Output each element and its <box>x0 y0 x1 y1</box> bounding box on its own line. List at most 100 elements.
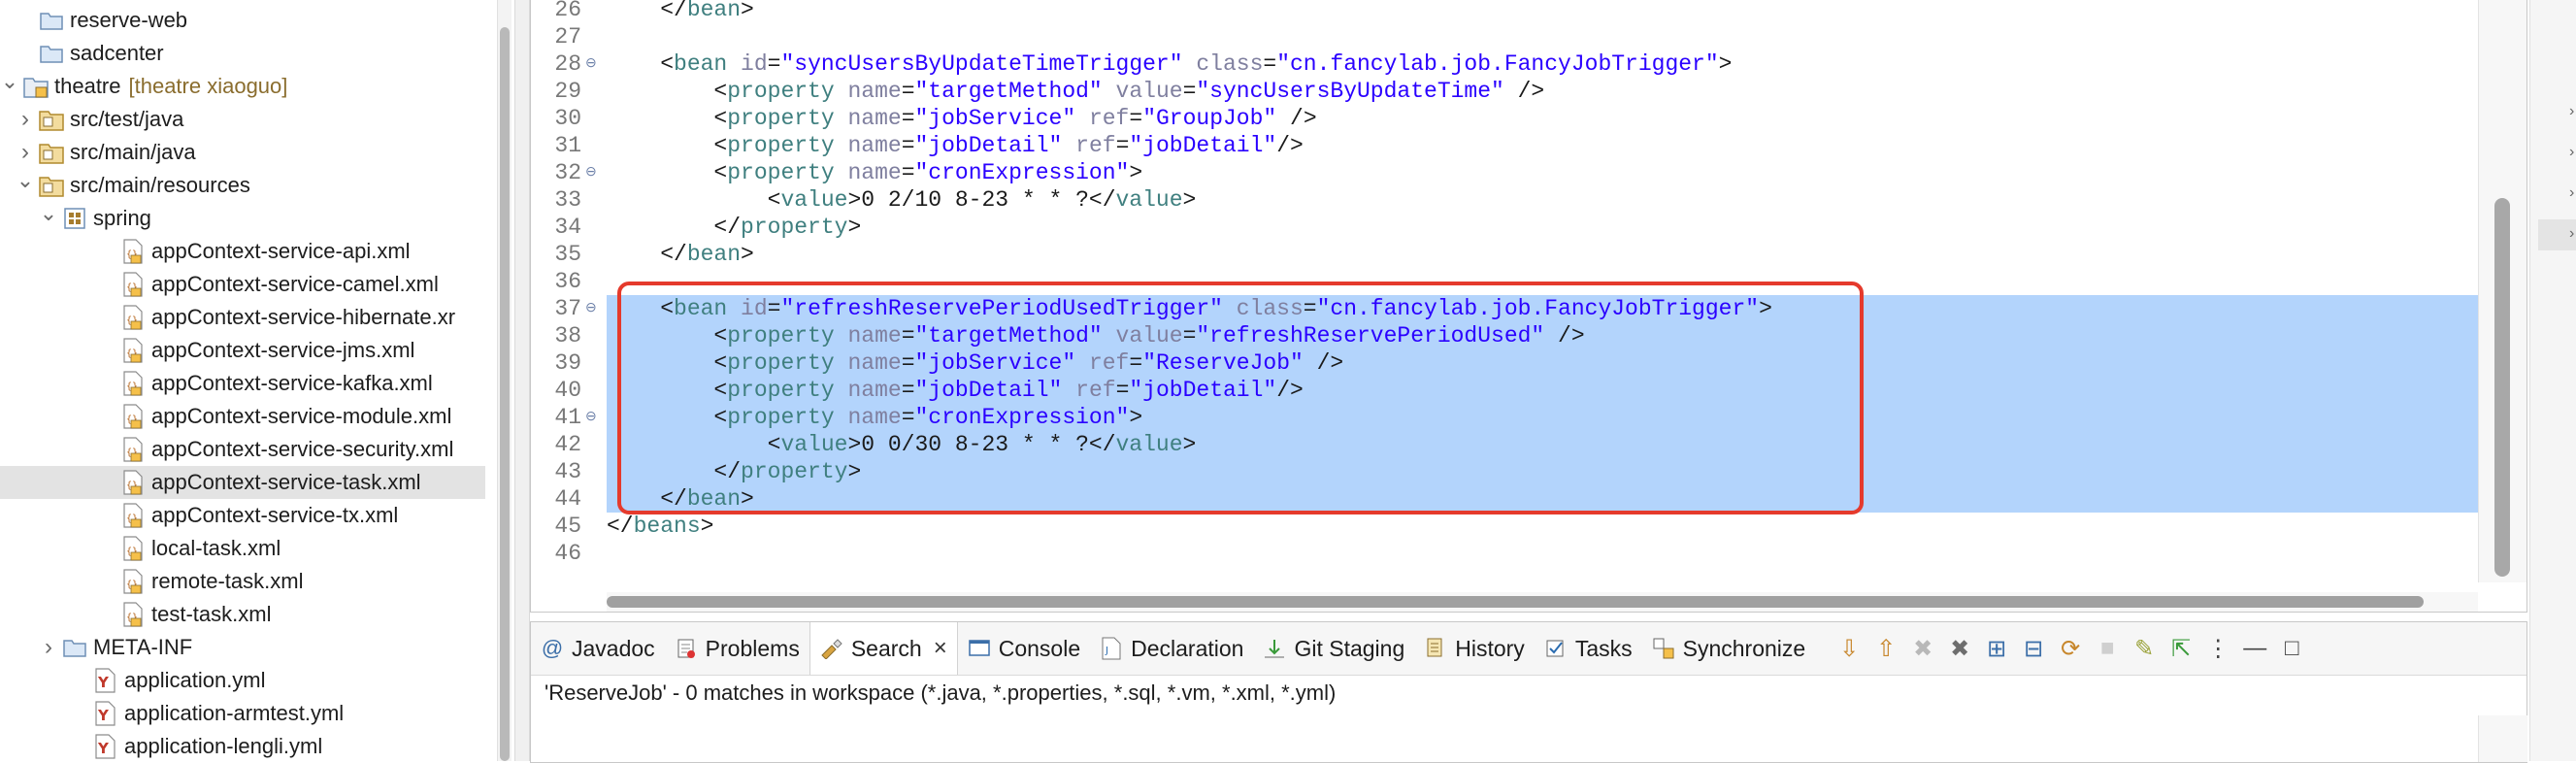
code-token: name <box>847 160 902 185</box>
maximize-icon[interactable]: □ <box>2273 622 2310 675</box>
refresh-icon[interactable]: ⟳ <box>2052 622 2089 675</box>
search-dropdown-icon[interactable]: ✎ <box>2126 622 2163 675</box>
tree-item[interactable]: {} appContext-service-api.xml <box>0 235 485 268</box>
tree-item[interactable]: {} appContext-service-jms.xml <box>0 334 485 367</box>
code-line[interactable]: 32 ⊖ <property name="cronExpression"> <box>531 159 2478 186</box>
code-line[interactable]: 43 </property> <box>531 458 2478 485</box>
expand-all-icon[interactable]: ⊞ <box>1978 622 2015 675</box>
remove-icon[interactable]: ✖ <box>1904 622 1941 675</box>
chevron-right-icon[interactable]: › <box>16 106 35 132</box>
code-line[interactable]: 26 </bean> <box>531 0 2478 23</box>
code-line[interactable]: 38 <property name="targetMethod" value="… <box>531 322 2478 349</box>
code-text: <property name="targetMethod" value="syn… <box>607 78 1544 105</box>
pin-icon[interactable]: ⇱ <box>2163 622 2199 675</box>
chevron-right-icon[interactable]: › <box>2569 104 2576 119</box>
chevron-right-icon[interactable]: › <box>2569 226 2576 242</box>
code-line[interactable]: 31 <property name="jobDetail" ref="jobDe… <box>531 132 2478 159</box>
chevron-right-icon[interactable]: › <box>16 139 35 165</box>
code-token: = <box>901 160 915 185</box>
tree-item[interactable]: ⌄ src/main/resources <box>0 168 485 202</box>
code-line[interactable]: 29 <property name="targetMethod" value="… <box>531 78 2478 105</box>
chevron-down-icon[interactable]: ⌄ <box>16 168 35 192</box>
tree-item[interactable]: {} appContext-service-task.xml <box>0 466 485 499</box>
code-line[interactable]: 41 ⊖ <property name="cronExpression"> <box>531 404 2478 431</box>
view-splitter[interactable] <box>514 0 530 761</box>
tree-item[interactable]: › META-INF <box>0 631 485 664</box>
tab-search[interactable]: Search × <box>809 622 958 675</box>
arrow-down-icon[interactable]: ⇩ <box>1831 622 1867 675</box>
tree-item[interactable]: {} appContext-service-module.xml <box>0 400 485 433</box>
code-line[interactable]: 42 <value>0 0/30 8-23 * * ?</value> <box>531 431 2478 458</box>
code-line[interactable]: 36 <box>531 268 2478 295</box>
tree-item[interactable]: ⌄ theatre [theatre xiaoguo] <box>0 69 485 103</box>
explorer-scrollbar[interactable] <box>497 0 512 761</box>
tree-item[interactable]: {} remote-task.xml <box>0 565 485 598</box>
tree-item[interactable]: › src/main/java <box>0 136 485 169</box>
code-line[interactable]: 35 </bean> <box>531 241 2478 268</box>
fold-collapse-icon[interactable]: ⊖ <box>585 57 599 71</box>
code-token: /> <box>1276 106 1317 131</box>
code-token: "GroupJob" <box>1142 106 1277 131</box>
code-line[interactable]: 33 <value>0 2/10 8-23 * * ?</value> <box>531 186 2478 214</box>
editor-vertical-scrollbar-thumb[interactable] <box>2494 198 2510 577</box>
code-line[interactable]: 40 <property name="jobDetail" ref="jobDe… <box>531 377 2478 404</box>
code-line[interactable]: 30 <property name="jobService" ref="Grou… <box>531 105 2478 132</box>
code-line[interactable]: 39 <property name="jobService" ref="Rese… <box>531 349 2478 377</box>
tree-item[interactable]: {} appContext-service-kafka.xml <box>0 367 485 400</box>
line-number: 38 <box>554 323 581 348</box>
code-line[interactable]: 44 </bean> <box>531 485 2478 513</box>
chevron-right-icon[interactable]: › <box>2569 145 2576 160</box>
xml-file-icon: {} <box>120 272 146 297</box>
arrow-up-icon[interactable]: ⇧ <box>1867 622 1904 675</box>
bottom-panel-scrollbar[interactable] <box>2478 715 2527 762</box>
tree-item[interactable]: reserve-web <box>0 4 485 37</box>
tree-item[interactable]: {} local-task.xml <box>0 532 485 565</box>
xml-editor[interactable]: 26 </bean> 27 28 ⊖ <bean id="syncUsersByUpd… <box>530 0 2527 613</box>
tree-item[interactable]: sadcenter <box>0 37 485 70</box>
code-line[interactable]: 34 </property> <box>531 214 2478 241</box>
tab-synchronize[interactable]: Synchronize <box>1642 622 1816 675</box>
close-icon[interactable]: × <box>934 635 947 662</box>
minimize-icon[interactable]: — <box>2236 622 2273 675</box>
tree-item[interactable]: Yapplication-lengli.yml <box>0 730 485 761</box>
code-token: </ <box>607 0 687 22</box>
code-line[interactable]: 28 ⊖ <bean id="syncUsersByUpdateTimeTrigg… <box>531 50 2478 78</box>
tab-tasks[interactable]: Tasks <box>1535 622 1642 675</box>
editor-horizontal-scrollbar-thumb[interactable] <box>607 596 2424 608</box>
remove-all-icon[interactable]: ✖ <box>1941 622 1978 675</box>
more-icon[interactable]: ⋮ <box>2199 622 2236 675</box>
chevron-down-icon[interactable]: ⌄ <box>0 69 19 93</box>
code-token: </ <box>607 486 687 512</box>
stop-icon[interactable]: ■ <box>2089 622 2126 675</box>
code-token: property <box>727 405 835 430</box>
tab-git-staging[interactable]: Git Staging <box>1253 622 1414 675</box>
explorer-scrollbar-thumb[interactable] <box>500 27 510 761</box>
tab-javadoc[interactable]: @ Javadoc <box>531 622 665 675</box>
code-line[interactable]: 46 <box>531 540 2478 567</box>
editor-horizontal-scrollbar[interactable] <box>607 592 2478 612</box>
tree-item[interactable]: Yapplication-armtest.yml <box>0 697 485 730</box>
code-line[interactable]: 27 <box>531 23 2478 50</box>
code-line[interactable]: 45 </beans> <box>531 513 2478 540</box>
code-line[interactable]: 37 ⊖ <bean id="refreshReservePeriodUsedTr… <box>531 295 2478 322</box>
tree-item[interactable]: {} appContext-service-security.xml <box>0 433 485 466</box>
tab-declaration[interactable]: J Declaration <box>1090 622 1253 675</box>
tree-item[interactable]: Yapplication.yml <box>0 664 485 697</box>
tree-item[interactable]: {} appContext-service-camel.xml <box>0 268 485 301</box>
tree-item[interactable]: {} appContext-service-hibernate.xr <box>0 301 485 334</box>
editor-vertical-scrollbar[interactable] <box>2478 0 2526 582</box>
chevron-right-icon[interactable]: › <box>2569 185 2576 201</box>
tab-history[interactable]: History <box>1414 622 1535 675</box>
chevron-right-icon[interactable]: › <box>39 634 58 660</box>
tree-item[interactable]: {} test-task.xml <box>0 598 485 631</box>
tab-problems[interactable]: Problems <box>665 622 809 675</box>
fold-collapse-icon[interactable]: ⊖ <box>585 302 599 315</box>
tree-item[interactable]: {} appContext-service-tx.xml <box>0 499 485 532</box>
fold-collapse-icon[interactable]: ⊖ <box>585 166 599 180</box>
tab-console[interactable]: Console <box>958 622 1090 675</box>
fold-collapse-icon[interactable]: ⊖ <box>585 411 599 424</box>
collapse-all-icon[interactable]: ⊟ <box>2015 622 2052 675</box>
tree-item[interactable]: › src/test/java <box>0 103 485 136</box>
tree-item[interactable]: ⌄ spring <box>0 201 485 235</box>
chevron-down-icon[interactable]: ⌄ <box>39 201 58 225</box>
